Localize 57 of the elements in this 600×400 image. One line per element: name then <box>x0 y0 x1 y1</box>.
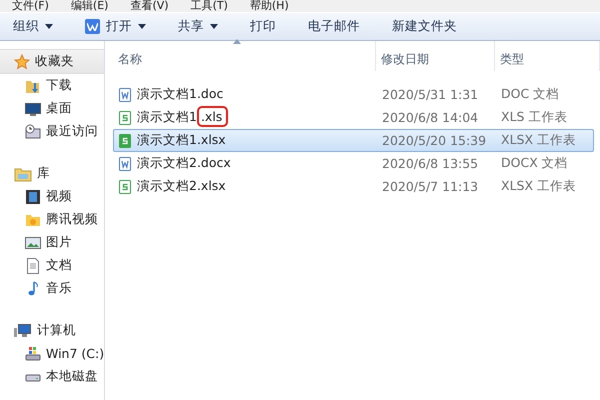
document-app-icon <box>85 19 100 34</box>
sidebar-item[interactable]: 图片 <box>0 231 104 254</box>
file-name: 演示文档1 .xls <box>137 109 226 126</box>
file-row[interactable]: 演示文档2.xlsx 2020/5/7 11:13 XLSX 工作表 <box>113 175 594 198</box>
file-row[interactable]: 演示文档1.xlsx 2020/5/20 15:39 XLSX 工作表 <box>113 129 594 152</box>
sidebar-item[interactable]: 视频 <box>0 185 104 208</box>
sidebar-item[interactable]: Win7 (C:) <box>0 342 104 365</box>
sidebar-item[interactable]: 音乐 <box>0 277 104 300</box>
file-name: 演示文档1.xlsx <box>137 132 226 149</box>
modified-date: 2020/5/7 11:13 <box>381 179 480 194</box>
sidebar-item[interactable]: 最近访问 <box>0 120 104 143</box>
sidebar-item[interactable]: 文档 <box>0 254 104 277</box>
file-name: 演示文档2.xlsx <box>137 178 226 195</box>
file-type: XLSX 工作表 <box>500 132 577 149</box>
file-type: DOCX 文档 <box>500 155 569 172</box>
column-header[interactable]: 类型 <box>495 41 600 71</box>
sidebar-item[interactable]: 收藏夹 <box>0 49 104 74</box>
film-icon <box>25 188 41 204</box>
file-name: 演示文档2.docx <box>137 155 231 172</box>
file-row[interactable]: 演示文档1.doc 2020/5/31 1:31 DOC 文档 <box>113 83 594 106</box>
sidebar-item[interactable]: 腾讯视频 <box>0 208 104 231</box>
modified-date: 2020/5/31 1:31 <box>381 87 480 102</box>
toolbar-button[interactable]: 组织 <box>4 14 62 39</box>
file-name: 演示文档1.doc <box>137 86 224 103</box>
desktop-icon <box>25 100 41 116</box>
star-icon <box>14 54 30 70</box>
toolbar-button[interactable]: 打开 <box>76 14 155 39</box>
file-row[interactable]: 演示文档1 .xls 2020/6/8 14:04 XLS 工作表 <box>113 106 594 129</box>
sidebar-item[interactable]: 库 <box>0 162 104 185</box>
document-icon <box>25 258 41 274</box>
menu-item[interactable]: 文件(F) <box>12 0 49 12</box>
sidebar-item[interactable]: 桌面 <box>0 97 104 120</box>
menu-item[interactable]: 帮助(H) <box>250 0 289 12</box>
sidebar-item[interactable]: 下载 <box>0 74 104 97</box>
menu-item[interactable]: 查看(V) <box>130 0 169 12</box>
menu-item[interactable]: 编辑(E) <box>70 0 108 12</box>
sidebar-item[interactable]: 计算机 <box>0 319 104 342</box>
picture-icon <box>25 234 41 250</box>
column-header[interactable]: 名称 <box>113 41 376 71</box>
modified-date: 2020/5/20 15:39 <box>381 133 488 148</box>
menu-item[interactable]: 工具(T) <box>190 0 228 12</box>
toolbar-button[interactable]: 共享 <box>169 14 227 39</box>
file-type: DOC 文档 <box>500 86 560 103</box>
modified-date: 2020/6/8 14:04 <box>381 110 480 125</box>
toolbar-button[interactable]: 电子邮件 <box>299 14 369 39</box>
toolbar-button[interactable]: 新建文件夹 <box>383 14 466 39</box>
library-folder-icon <box>14 166 32 182</box>
sidebar-item[interactable]: 本地磁盘 <box>0 365 104 388</box>
file-type: XLSX 工作表 <box>500 178 577 195</box>
file-row[interactable]: 演示文档2.docx 2020/6/8 13:55 DOCX 文档 <box>113 152 594 175</box>
column-header[interactable]: 修改日期 <box>376 41 495 71</box>
modified-date: 2020/6/8 13:55 <box>381 156 480 171</box>
recent-places-icon <box>25 124 41 140</box>
computer-icon <box>14 322 32 338</box>
file-type: XLS 工作表 <box>500 109 568 126</box>
toolbar-button[interactable]: 打印 <box>241 14 285 39</box>
windows-drive-icon <box>25 346 41 362</box>
